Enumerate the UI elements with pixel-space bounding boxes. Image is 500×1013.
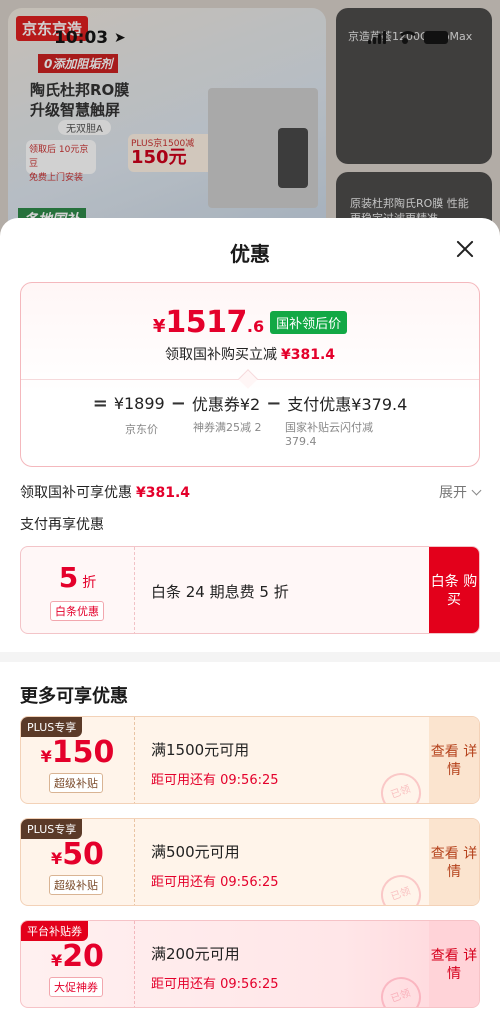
baitiao-discount-panel: 5折 白条优惠 [21, 547, 135, 633]
minus-sign: − [170, 392, 186, 414]
final-price-row: ¥1517.6 国补领后价 [21, 305, 479, 340]
coupon-amount-number: 150 [51, 735, 115, 770]
coupon-details-button[interactable]: 查看 详情 [429, 717, 479, 803]
coupon-currency: ¥ [51, 951, 63, 970]
baitiao-discount-unit: 折 [82, 575, 97, 591]
coupon-tag: PLUS专享 [21, 717, 83, 737]
save-amount: ¥381.4 [280, 347, 336, 363]
sheet-title: 优惠 [230, 242, 270, 266]
save-label: 领取国补购买立减 [164, 347, 277, 363]
baitiao-offer-card[interactable]: 5折 白条优惠 白条 24 期息费 5 折 白条 购买 [20, 546, 480, 634]
label-pay-discount: 国家补贴云闪付减 379.4 [285, 421, 373, 448]
coupon-timer: 距可用还有 09:56:25 [151, 773, 279, 788]
price-formula: = ¥1899 − 优惠券¥2 − 支付优惠¥379.4 [21, 391, 479, 415]
coupon-condition: 满1500元可用 [151, 741, 250, 759]
pay-discount-heading: 支付再享优惠 [20, 517, 104, 533]
coupon-details-button[interactable]: 查看 详情 [429, 921, 479, 1007]
coupon-label: 大促神券 [49, 977, 103, 997]
coupon-value-panel: 平台补贴券 ¥20 大促神券 [21, 921, 135, 1007]
section-gap [0, 652, 500, 662]
coupon-label: 超级补贴 [49, 773, 103, 793]
battery-icon [424, 30, 448, 44]
coupon-condition: 满500元可用 [151, 843, 240, 861]
final-price-section: ¥1517.6 国补领后价 领取国补购买立减 ¥381.4 [21, 283, 479, 379]
guobu-label: 领取国补可享优惠 [20, 485, 132, 501]
coupon-amount: ¥50 [21, 837, 134, 872]
status-bar: 10:03 ➤ [0, 28, 500, 52]
final-price: ¥1517.6 [153, 305, 264, 340]
coupon-amount: ¥20 [21, 939, 134, 974]
chevron-down-icon [471, 485, 482, 496]
formula-list-price: ¥1899 [113, 393, 165, 413]
coupon-timer: 距可用还有 09:56:25 [151, 977, 279, 992]
label-jd-price: 京东价 [125, 423, 158, 436]
equals-sign: = [92, 392, 108, 414]
price-summary-box: ¥1517.6 国补领后价 领取国补购买立减 ¥381.4 = ¥1899 − 优… [20, 282, 480, 467]
sheet-header: 优惠 [0, 218, 500, 280]
expand-label: 展开 [439, 485, 467, 501]
expand-button[interactable]: 展开 [439, 482, 482, 502]
location-arrow-icon: ➤ [114, 30, 126, 46]
coupon-currency: ¥ [40, 747, 52, 766]
status-icons [368, 30, 448, 44]
subsidy-price-tag: 国补领后价 [270, 311, 348, 334]
guobu-amount: ¥381.4 [136, 485, 191, 501]
coupon-value-panel: PLUS专享 ¥50 超级补贴 [21, 819, 135, 905]
close-icon[interactable] [454, 238, 476, 260]
claimed-stamp-icon: 已领 [375, 767, 427, 803]
wifi-icon [396, 30, 419, 44]
label-coupon: 神券满25减 2 [193, 421, 262, 434]
product-page-background: 京东京造 0添加阻垢剂 陶氏杜邦RO膜 升级智慧触屏 无双胆A 领取后 10元京… [0, 0, 500, 240]
price-integer: 1517 [165, 305, 247, 340]
currency-symbol: ¥ [152, 316, 166, 337]
discount-sheet: 优惠 ¥1517.6 国补领后价 领取国补购买立减 ¥381.4 = ¥1899 … [0, 218, 500, 1013]
baitiao-discount-number: 5 [58, 561, 79, 594]
formula-pay-discount: 支付优惠¥379.4 [287, 395, 408, 414]
coupon-amount-number: 20 [62, 939, 104, 974]
cellular-signal-icon [368, 30, 386, 44]
status-time: 10:03 [54, 28, 109, 48]
coupon-amount: ¥150 [21, 735, 134, 770]
coupon-timer: 距可用还有 09:56:25 [151, 875, 279, 890]
price-decimal: .6 [246, 317, 265, 336]
coupon-card[interactable]: PLUS专享 ¥50 超级补贴 满500元可用 距可用还有 09:56:25 已… [20, 818, 480, 906]
coupon-condition: 满200元可用 [151, 945, 240, 963]
baitiao-discount: 5折 [21, 561, 134, 594]
coupon-tag: 平台补贴券 [21, 921, 88, 941]
coupon-details-button[interactable]: 查看 详情 [429, 819, 479, 905]
coupon-value-panel: PLUS专享 ¥150 超级补贴 [21, 717, 135, 803]
save-row: 领取国补购买立减 ¥381.4 [21, 344, 479, 364]
coupon-tag: PLUS专享 [21, 819, 83, 839]
coupon-currency: ¥ [51, 849, 63, 868]
claimed-stamp-icon: 已领 [375, 971, 427, 1007]
minus-sign: − [266, 392, 282, 414]
coupon-label: 超级补贴 [49, 875, 103, 895]
coupon-card[interactable]: 平台补贴券 ¥20 大促神券 满200元可用 距可用还有 09:56:25 已领… [20, 920, 480, 1008]
baitiao-badge: 白条优惠 [50, 601, 104, 621]
baitiao-description: 白条 24 期息费 5 折 [151, 583, 289, 601]
more-offers-title: 更多可享优惠 [20, 686, 128, 707]
baitiao-buy-button[interactable]: 白条 购买 [429, 547, 479, 633]
coupon-amount-number: 50 [62, 837, 104, 872]
formula-coupon: 优惠券¥2 [191, 395, 261, 414]
guobu-row: 领取国补可享优惠 ¥381.4 展开 [20, 482, 482, 502]
claimed-stamp-icon: 已领 [375, 869, 427, 905]
coupon-card[interactable]: PLUS专享 ¥150 超级补贴 满1500元可用 距可用还有 09:56:25… [20, 716, 480, 804]
